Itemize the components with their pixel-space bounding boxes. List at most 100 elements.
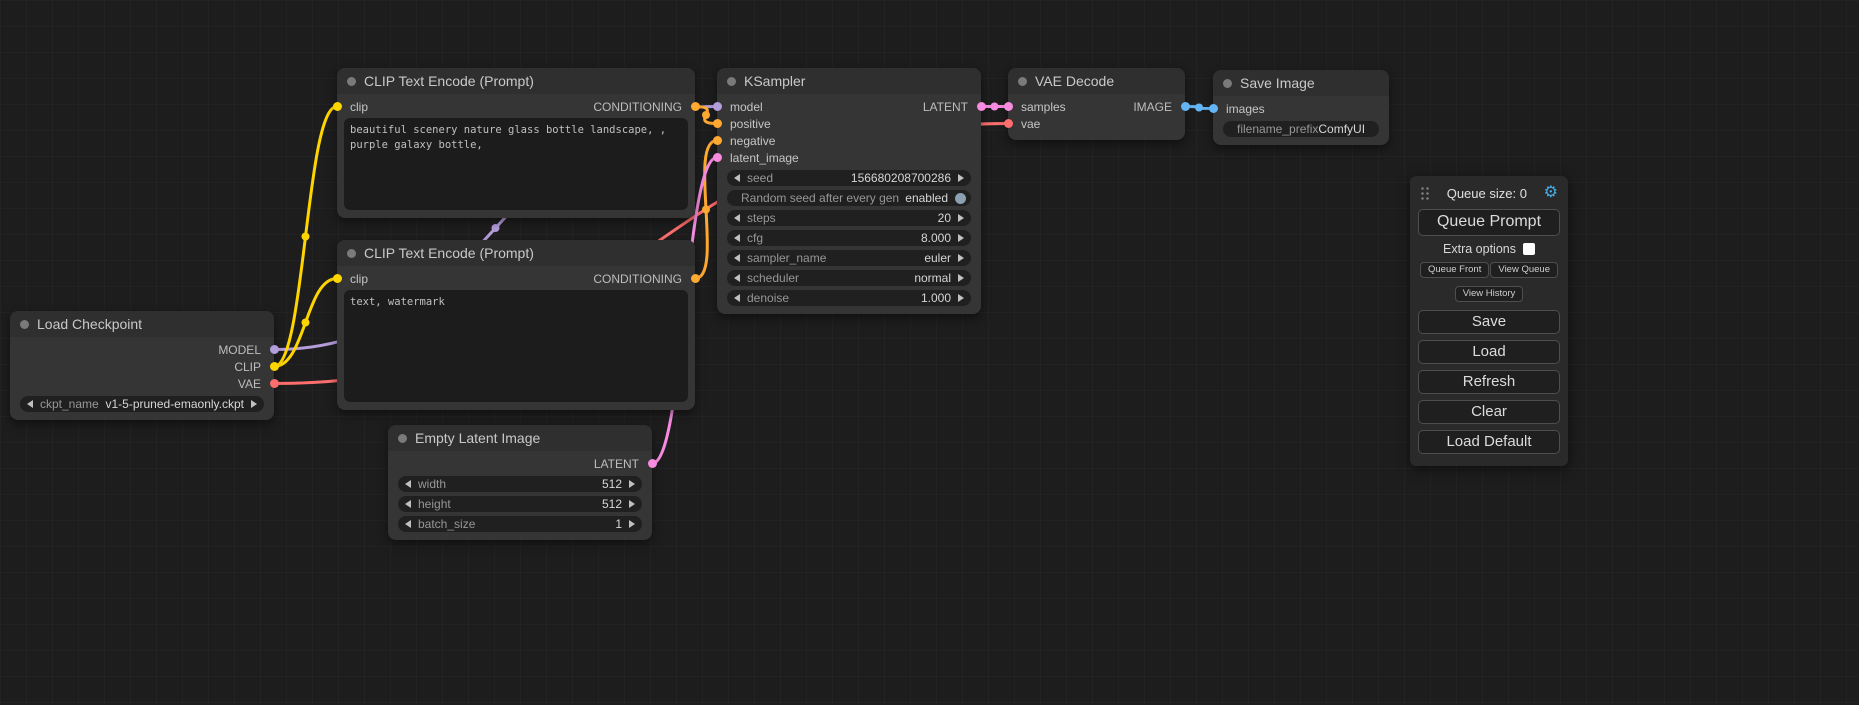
input-port-negative[interactable]	[713, 136, 722, 145]
input-port-clip[interactable]	[333, 274, 342, 283]
widget-steps[interactable]: steps 20	[727, 210, 971, 226]
decrement-arrow-icon[interactable]	[734, 254, 740, 262]
toggle-knob-icon[interactable]	[955, 193, 966, 204]
increment-arrow-icon[interactable]	[958, 214, 964, 222]
node-clip-text-encode-positive[interactable]: CLIP Text Encode (Prompt) clip CONDITION…	[337, 68, 695, 218]
node-title-bar[interactable]: CLIP Text Encode (Prompt)	[337, 68, 695, 94]
input-label-vae: vae	[1021, 117, 1040, 131]
input-port-vae[interactable]	[1004, 119, 1013, 128]
widget-scheduler[interactable]: scheduler normal	[727, 270, 971, 286]
load-default-button[interactable]: Load Default	[1418, 430, 1560, 454]
node-title-bar[interactable]: Empty Latent Image	[388, 425, 652, 451]
output-port-conditioning[interactable]	[691, 274, 700, 283]
settings-gear-icon[interactable]: ⚙	[1544, 185, 1558, 201]
view-history-button[interactable]: View History	[1455, 286, 1524, 302]
widget-width[interactable]: width 512	[398, 476, 642, 492]
widget-cfg[interactable]: cfg 8.000	[727, 230, 971, 246]
node-title: Empty Latent Image	[415, 430, 540, 446]
node-title-bar[interactable]: CLIP Text Encode (Prompt)	[337, 240, 695, 266]
extra-options-checkbox[interactable]	[1523, 243, 1535, 255]
input-port-positive[interactable]	[713, 119, 722, 128]
collapse-dot-icon[interactable]	[347, 77, 356, 86]
prompt-textarea[interactable]: text, watermark	[344, 290, 688, 402]
decrement-arrow-icon[interactable]	[405, 480, 411, 488]
queue-panel-header: Queue size: 0 ⚙	[1420, 185, 1558, 201]
decrement-arrow-icon[interactable]	[734, 294, 740, 302]
increment-arrow-icon[interactable]	[629, 500, 635, 508]
input-port-clip[interactable]	[333, 102, 342, 111]
widget-value: ComfyUI	[1318, 122, 1365, 136]
prompt-textarea[interactable]: beautiful scenery nature glass bottle la…	[344, 118, 688, 210]
node-load-checkpoint[interactable]: Load Checkpoint MODEL CLIP VAE ckpt_name…	[10, 311, 274, 420]
increment-arrow-icon[interactable]	[958, 274, 964, 282]
load-button[interactable]: Load	[1418, 340, 1560, 364]
refresh-button[interactable]: Refresh	[1418, 370, 1560, 394]
decrement-arrow-icon[interactable]	[734, 214, 740, 222]
increment-arrow-icon[interactable]	[958, 294, 964, 302]
decrement-arrow-icon[interactable]	[734, 274, 740, 282]
increment-arrow-icon[interactable]	[958, 174, 964, 182]
output-port-latent[interactable]	[648, 459, 657, 468]
collapse-dot-icon[interactable]	[347, 249, 356, 258]
node-title-bar[interactable]: VAE Decode	[1008, 68, 1185, 94]
collapse-dot-icon[interactable]	[20, 320, 29, 329]
output-port-model[interactable]	[270, 345, 279, 354]
view-queue-button[interactable]: View Queue	[1490, 262, 1558, 278]
increment-arrow-icon[interactable]	[958, 254, 964, 262]
input-port-images[interactable]	[1209, 104, 1218, 113]
decrement-arrow-icon[interactable]	[27, 400, 33, 408]
input-port-model[interactable]	[713, 102, 722, 111]
node-ksampler[interactable]: KSampler model LATENT positive negative …	[717, 68, 981, 314]
queue-prompt-button[interactable]: Queue Prompt	[1418, 209, 1560, 236]
save-button[interactable]: Save	[1418, 310, 1560, 334]
output-port-image[interactable]	[1181, 102, 1190, 111]
node-graph-canvas[interactable]: Load Checkpoint MODEL CLIP VAE ckpt_name…	[0, 0, 1859, 705]
node-title: Save Image	[1240, 75, 1315, 91]
widget-value: 8.000	[921, 231, 951, 245]
node-title-bar[interactable]: Save Image	[1213, 70, 1389, 96]
increment-arrow-icon[interactable]	[629, 520, 635, 528]
node-clip-text-encode-negative[interactable]: CLIP Text Encode (Prompt) clip CONDITION…	[337, 240, 695, 410]
increment-arrow-icon[interactable]	[958, 234, 964, 242]
widget-seed[interactable]: seed 156680208700286	[727, 170, 971, 186]
collapse-dot-icon[interactable]	[1223, 79, 1232, 88]
input-label-clip: clip	[350, 272, 368, 286]
widget-value: normal	[914, 271, 951, 285]
widget-batch-size[interactable]: batch_size 1	[398, 516, 642, 532]
queue-front-button[interactable]: Queue Front	[1420, 262, 1489, 278]
increment-arrow-icon[interactable]	[629, 480, 635, 488]
decrement-arrow-icon[interactable]	[734, 174, 740, 182]
decrement-arrow-icon[interactable]	[405, 500, 411, 508]
decrement-arrow-icon[interactable]	[734, 234, 740, 242]
node-title-bar[interactable]: Load Checkpoint	[10, 311, 274, 337]
node-title-bar[interactable]: KSampler	[717, 68, 981, 94]
widget-sampler-name[interactable]: sampler_name euler	[727, 250, 971, 266]
widget-label: sampler_name	[747, 251, 826, 265]
output-port-conditioning[interactable]	[691, 102, 700, 111]
input-row-vae: vae	[1008, 115, 1185, 132]
node-save-image[interactable]: Save Image images filename_prefix ComfyU…	[1213, 70, 1389, 145]
widget-ckpt-name[interactable]: ckpt_name v1-5-pruned-emaonly.ckpt	[20, 396, 264, 412]
input-label-samples: samples	[1021, 100, 1066, 114]
node-vae-decode[interactable]: VAE Decode samples IMAGE vae	[1008, 68, 1185, 140]
widget-random-seed-toggle[interactable]: Random seed after every gen enabled	[727, 190, 971, 206]
output-port-latent[interactable]	[977, 102, 986, 111]
widget-height[interactable]: height 512	[398, 496, 642, 512]
collapse-dot-icon[interactable]	[398, 434, 407, 443]
output-label-latent: LATENT	[594, 457, 639, 471]
decrement-arrow-icon[interactable]	[405, 520, 411, 528]
output-port-clip[interactable]	[270, 362, 279, 371]
increment-arrow-icon[interactable]	[251, 400, 257, 408]
widget-value: 156680208700286	[851, 171, 951, 185]
widget-filename-prefix[interactable]: filename_prefix ComfyUI	[1223, 121, 1379, 137]
drag-handle-icon[interactable]	[1420, 186, 1430, 201]
collapse-dot-icon[interactable]	[727, 77, 736, 86]
node-title: VAE Decode	[1035, 73, 1114, 89]
widget-denoise[interactable]: denoise 1.000	[727, 290, 971, 306]
clear-button[interactable]: Clear	[1418, 400, 1560, 424]
input-port-latent-image[interactable]	[713, 153, 722, 162]
collapse-dot-icon[interactable]	[1018, 77, 1027, 86]
output-port-vae[interactable]	[270, 379, 279, 388]
input-port-samples[interactable]	[1004, 102, 1013, 111]
node-empty-latent-image[interactable]: Empty Latent Image LATENT width 512 heig…	[388, 425, 652, 540]
